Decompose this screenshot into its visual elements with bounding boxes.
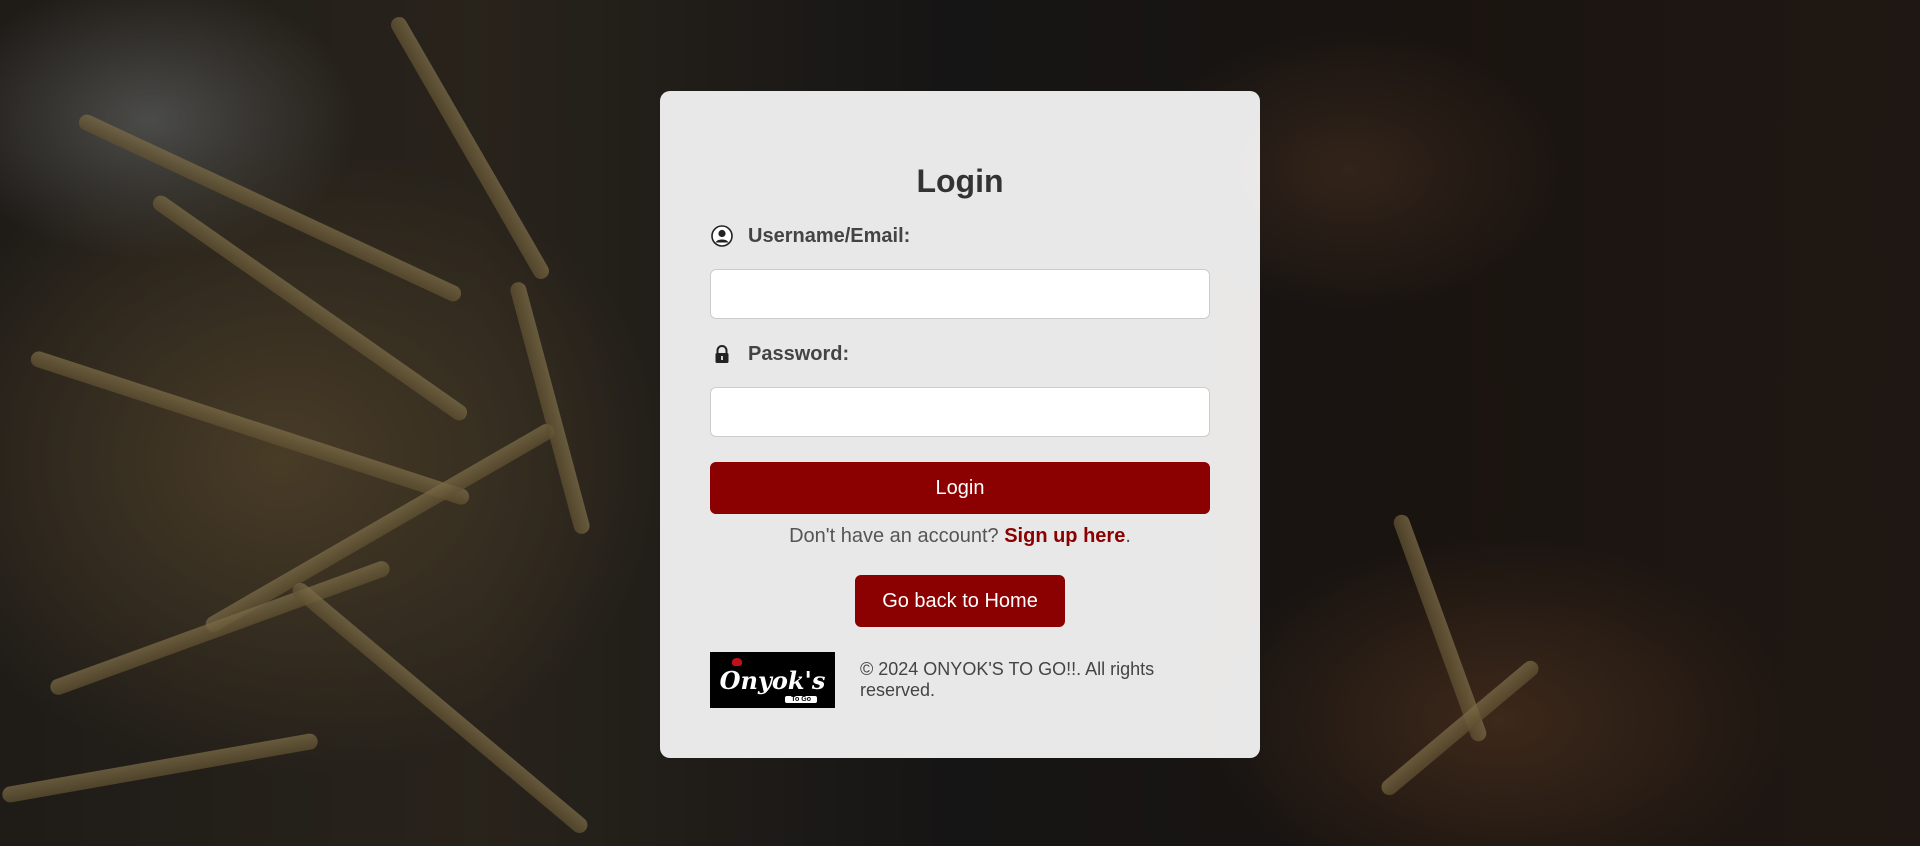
login-card: Login Username/Email: Password: Login Do… (660, 91, 1260, 758)
logo-text: Onyok's (719, 665, 826, 695)
chicken-comb-icon (732, 658, 742, 666)
signup-prompt: Don't have an account? Sign up here. (660, 525, 1260, 548)
lock-icon (710, 342, 734, 366)
username-label-text: Username/Email: (748, 224, 911, 247)
password-label-text: Password: (748, 342, 850, 365)
username-input[interactable] (710, 269, 1210, 319)
user-icon (710, 224, 734, 248)
login-button[interactable]: Login (710, 462, 1210, 514)
logo-subtext: To Go (785, 696, 817, 703)
username-label: Username/Email: (710, 224, 910, 248)
page-title: Login (916, 163, 1004, 199)
password-label: Password: (710, 342, 849, 366)
brand-logo: Onyok's To Go (710, 652, 835, 708)
password-input[interactable] (710, 387, 1210, 437)
footer: Onyok's To Go © 2024 ONYOK'S TO GO!!. Al… (710, 652, 1170, 708)
signup-period: . (1125, 525, 1131, 547)
copyright-text: © 2024 ONYOK'S TO GO!!. All rights reser… (860, 659, 1155, 700)
signup-prompt-text: Don't have an account? (789, 525, 999, 547)
signup-link[interactable]: Sign up here (1004, 525, 1125, 547)
home-button[interactable]: Go back to Home (855, 575, 1065, 627)
